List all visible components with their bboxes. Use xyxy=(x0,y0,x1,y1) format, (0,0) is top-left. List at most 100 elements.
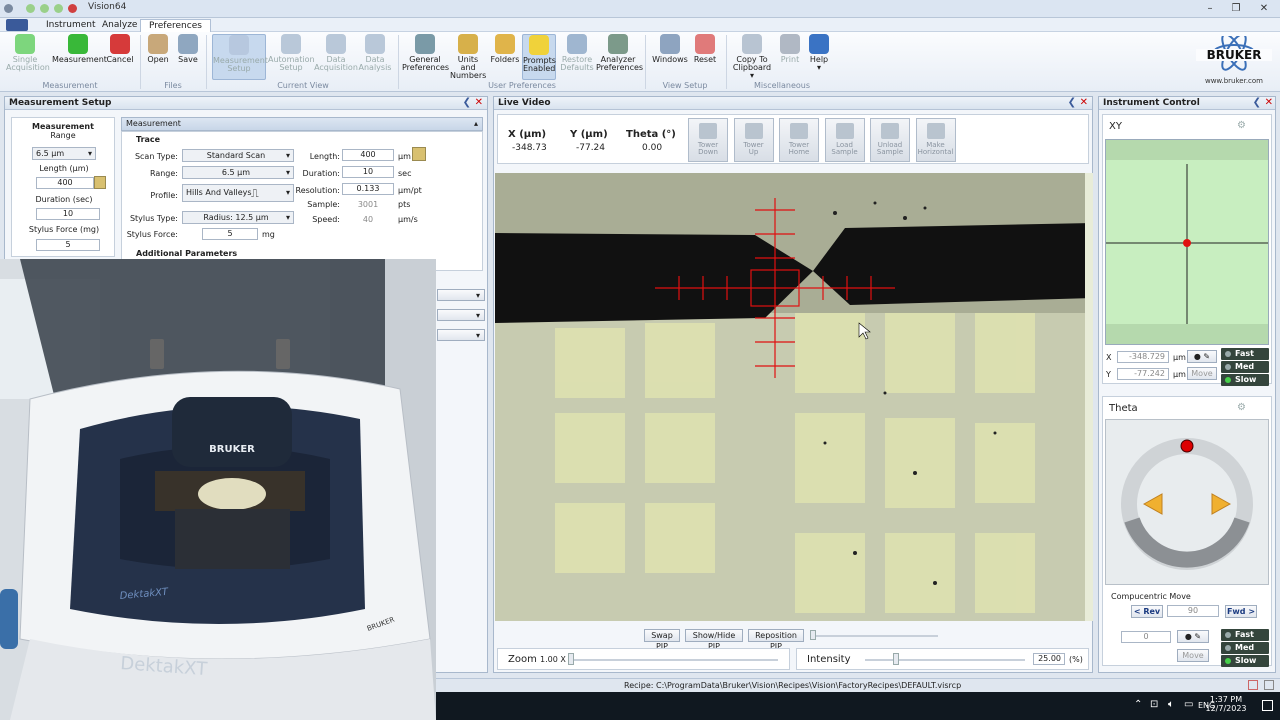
volume-icon[interactable]: 🔈︎ xyxy=(1168,699,1174,710)
tower-home-button[interactable]: Tower Home xyxy=(779,118,819,162)
theta-lock-button[interactable]: ● ✎ xyxy=(1177,630,1209,643)
prompts-enabled-button[interactable]: Prompts Enabled xyxy=(522,34,556,80)
close-window-button[interactable]: ✕ xyxy=(1252,1,1276,16)
app-menu-button[interactable] xyxy=(6,19,28,31)
pin-icon[interactable]: ❮ xyxy=(1253,97,1261,109)
reposition-pip-button[interactable]: Reposition PIP xyxy=(748,629,804,651)
theta-speed-slow[interactable]: Slow xyxy=(1221,655,1269,667)
xy-speed-slow[interactable]: Slow xyxy=(1221,374,1269,386)
close-icon[interactable]: ✕ xyxy=(1265,97,1273,109)
xy-settings-icon[interactable]: ⚙ xyxy=(1237,120,1246,131)
copy-to-clipboard-button[interactable]: Copy To Clipboard ▾ xyxy=(730,34,774,80)
zoom-slider[interactable] xyxy=(568,659,778,661)
minimize-button[interactable]: – xyxy=(1198,1,1222,16)
collapsed-section-1[interactable]: ▾ xyxy=(437,289,485,301)
tower-up-button[interactable]: Tower Up xyxy=(733,118,774,162)
single-acquisition-button[interactable]: Single Acquisition xyxy=(6,34,50,80)
theta-settings-icon[interactable]: ⚙ xyxy=(1237,402,1246,413)
theta-move-button[interactable]: Move xyxy=(1177,649,1209,662)
resolution-input[interactable]: 0.133 xyxy=(342,183,394,195)
save-button[interactable]: Save xyxy=(175,34,201,80)
intensity-input[interactable]: 25.00 xyxy=(1033,653,1065,665)
swap-pip-button[interactable]: Swap PIP xyxy=(644,629,680,651)
live-video-feed[interactable] xyxy=(495,173,1093,621)
xy-joystick-pad[interactable] xyxy=(1105,139,1269,345)
pin-icon[interactable]: ❮ xyxy=(1068,97,1076,109)
cancel-button[interactable]: Cancel xyxy=(106,34,134,80)
length-tool-icon[interactable] xyxy=(94,176,106,189)
menu-preferences[interactable]: Preferences xyxy=(140,19,211,32)
tray-chevron-icon[interactable]: ⌃ xyxy=(1134,699,1142,710)
help-button[interactable]: Help ▾ xyxy=(806,34,832,80)
data-analysis-button[interactable]: Data Analysis xyxy=(358,34,392,80)
load-sample-button[interactable]: Load Sample xyxy=(824,118,865,162)
length-picker-icon[interactable] xyxy=(412,147,426,161)
restore-button[interactable]: ❐ xyxy=(1224,1,1248,16)
profile-select[interactable]: Hills And Valleys ⎍ ▾ xyxy=(182,184,294,202)
close-icon[interactable]: ✕ xyxy=(475,97,483,109)
qa-close-icon[interactable] xyxy=(68,4,77,13)
zoom-slider-thumb[interactable] xyxy=(568,653,574,665)
tower-down-button[interactable]: Tower Down xyxy=(688,118,728,162)
network-icon[interactable]: ⊡ xyxy=(1150,699,1158,710)
xy-speed-med[interactable]: Med xyxy=(1221,361,1269,373)
section-header[interactable]: Measurement ▴ xyxy=(121,117,483,131)
theta-speed-med[interactable]: Med xyxy=(1221,642,1269,654)
summary-range-select[interactable]: 6.5 µm ▾ xyxy=(32,147,96,160)
pip-slider[interactable] xyxy=(810,635,938,637)
additional-parameters-label[interactable]: Additional Parameters xyxy=(136,249,237,258)
menu-analyze[interactable]: Analyze xyxy=(94,19,145,32)
reset-button[interactable]: Reset xyxy=(692,34,718,80)
close-icon[interactable]: ✕ xyxy=(1080,97,1088,109)
pin-icon[interactable]: ❮ xyxy=(463,97,471,109)
x-lock-button[interactable]: ● ✎ xyxy=(1187,350,1217,363)
scan-type-select[interactable]: Standard Scan ▾ xyxy=(182,149,294,162)
folders-button[interactable]: Folders xyxy=(490,34,520,80)
collapsed-section-2[interactable]: ▾ xyxy=(437,309,485,321)
measurement-setup-button[interactable]: Measurement Setup xyxy=(212,34,268,80)
restore-defaults-button[interactable]: Restore Defaults xyxy=(560,34,594,80)
open-button[interactable]: Open xyxy=(145,34,171,80)
units-and-numbers-button[interactable]: Units and Numbers xyxy=(450,34,486,80)
unload-sample-button[interactable]: Unload Sample xyxy=(870,118,910,162)
clock[interactable]: 1:37 PM 12/7/2023 xyxy=(1202,695,1250,713)
intensity-slider[interactable] xyxy=(865,659,1025,661)
xy-speed-fast[interactable]: Fast xyxy=(1221,348,1269,360)
print-button[interactable]: Print xyxy=(778,34,802,80)
data-acquisition-button[interactable]: Data Acquisition xyxy=(314,34,358,80)
summary-duration-input[interactable]: 10 xyxy=(36,208,100,220)
intensity-slider-thumb[interactable] xyxy=(893,653,899,665)
theta-target-input[interactable]: 0 xyxy=(1121,631,1171,643)
automation-setup-button[interactable]: Automation Setup xyxy=(268,34,315,80)
app-icon[interactable] xyxy=(4,4,13,13)
qa-icon-3[interactable] xyxy=(54,4,63,13)
summary-stylus-input[interactable]: 5 xyxy=(36,239,100,251)
windows-button[interactable]: Windows xyxy=(652,34,688,80)
summary-length-input[interactable]: 400 xyxy=(36,177,94,189)
collapsed-section-3[interactable]: ▾ xyxy=(437,329,485,341)
stylus-force-input[interactable]: 5 xyxy=(202,228,258,240)
status-icon-1[interactable] xyxy=(1248,680,1258,690)
x-target-input[interactable]: -348.729 xyxy=(1117,351,1169,363)
analyzer-preferences-button[interactable]: Analyzer Preferences xyxy=(596,34,643,80)
status-icon-2[interactable] xyxy=(1264,680,1274,690)
measurement-button[interactable]: Measurement xyxy=(52,34,107,80)
fwd-button[interactable]: Fwd > xyxy=(1225,605,1257,618)
show-hide-pip-button[interactable]: Show/Hide PIP xyxy=(685,629,743,651)
length-input[interactable]: 400 xyxy=(342,149,394,161)
range-select[interactable]: 6.5 µm ▾ xyxy=(182,166,294,179)
pip-slider-thumb[interactable] xyxy=(810,630,816,640)
qa-icon-1[interactable] xyxy=(26,4,35,13)
make-horizontal-button[interactable]: Make Horizontal xyxy=(915,118,956,162)
theta-speed-fast[interactable]: Fast xyxy=(1221,629,1269,641)
theta-rotation-pad[interactable] xyxy=(1105,419,1269,585)
notifications-icon[interactable] xyxy=(1262,700,1273,711)
xy-move-button[interactable]: Move xyxy=(1187,367,1217,380)
stylus-type-select[interactable]: Radius: 12.5 µm ▾ xyxy=(182,211,294,224)
duration-input[interactable]: 10 xyxy=(342,166,394,178)
qa-icon-2[interactable] xyxy=(40,4,49,13)
compucentric-angle-input[interactable]: 90 xyxy=(1167,605,1219,617)
battery-icon[interactable]: ▭ xyxy=(1184,699,1193,710)
y-target-input[interactable]: -77.242 xyxy=(1117,368,1169,380)
rev-button[interactable]: < Rev xyxy=(1131,605,1163,618)
